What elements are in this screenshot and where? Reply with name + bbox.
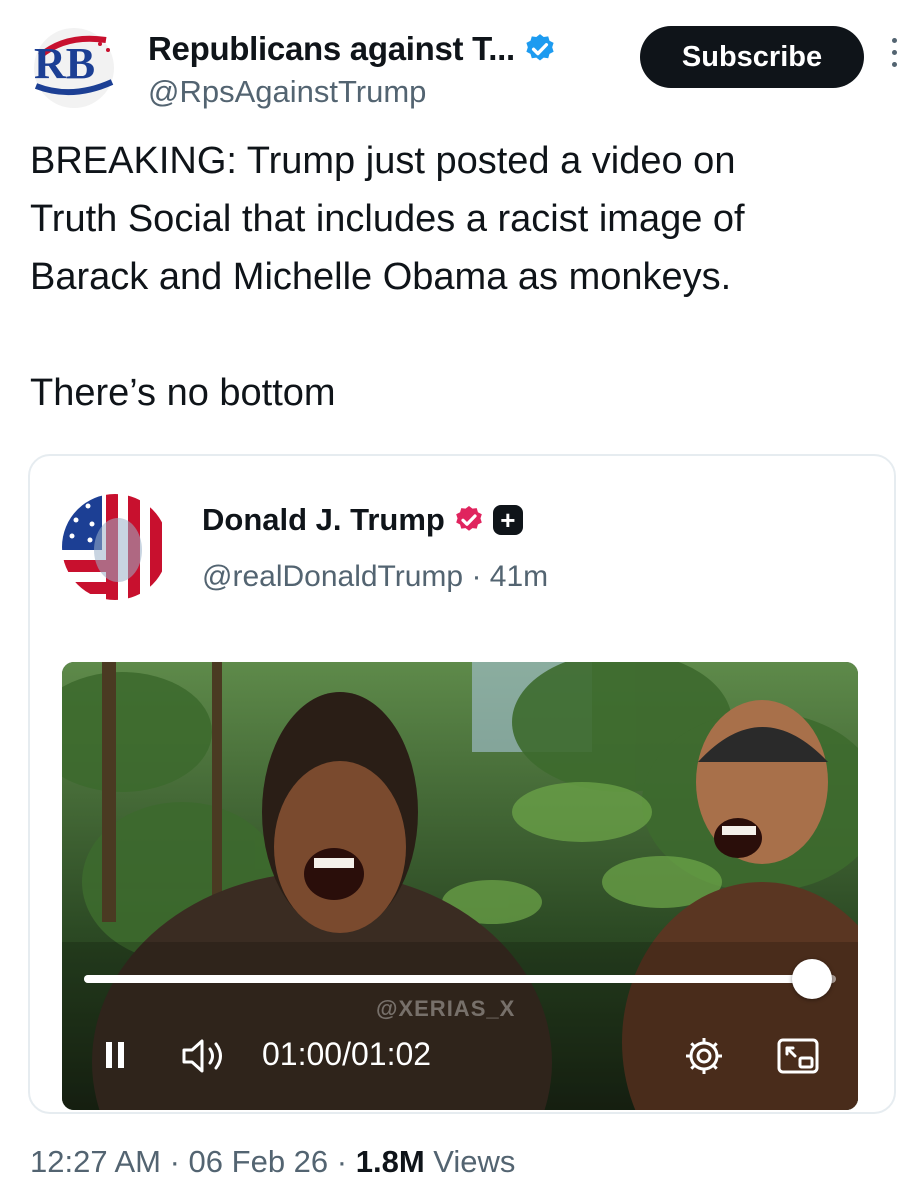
tweet-line: Barack and Michelle Obama as monkeys. bbox=[30, 256, 732, 298]
author-handle[interactable]: @RpsAgainstTrump bbox=[148, 74, 426, 110]
tweet-text: BREAKING: Trump just posted a video on T… bbox=[30, 132, 890, 422]
post-date[interactable]: 06 Feb 26 bbox=[189, 1144, 329, 1179]
quoted-author-avatar[interactable] bbox=[62, 494, 168, 600]
author-name-row: Republicans against T... bbox=[148, 30, 557, 68]
avatar-monogram: RB bbox=[34, 39, 95, 88]
meta-separator: · bbox=[463, 560, 490, 593]
views-count: 1.8M bbox=[355, 1144, 425, 1179]
tweet-header: RB Republicans against T... @RpsAgainstT… bbox=[0, 10, 901, 110]
settings-gear-icon[interactable] bbox=[682, 1034, 726, 1078]
tweet-line: BREAKING: Trump just posted a video on bbox=[30, 140, 736, 182]
tweet-second-paragraph: There’s no bottom bbox=[30, 372, 336, 414]
video-controls: 01:00/01:02 bbox=[62, 1028, 858, 1088]
quoted-meta: @realDonaldTrump · 41m bbox=[202, 560, 548, 594]
pause-icon[interactable] bbox=[106, 1042, 126, 1070]
account-avatar[interactable]: RB bbox=[26, 26, 122, 110]
video-player[interactable]: @XERIAS_X 01:00/01:02 bbox=[62, 662, 858, 1110]
quoted-post-card[interactable]: Donald J. Trump + @realDonaldTrump · 41m bbox=[28, 454, 896, 1114]
footer-separator: · bbox=[160, 1144, 189, 1179]
tweet-footer: 12:27 AM · 06 Feb 26 · 1.8M Views bbox=[30, 1144, 515, 1180]
verified-badge-icon bbox=[526, 34, 554, 61]
video-progress-bar[interactable] bbox=[84, 959, 836, 999]
quoted-author-name[interactable]: Donald J. Trump bbox=[202, 502, 445, 538]
video-progress-fill bbox=[84, 975, 812, 983]
quoted-name-row: Donald J. Trump + bbox=[202, 502, 523, 538]
plus-icon: + bbox=[492, 505, 523, 535]
more-options-icon[interactable] bbox=[890, 38, 901, 78]
tweet-line: Truth Social that includes a racist imag… bbox=[30, 198, 745, 240]
author-name[interactable]: Republicans against T... bbox=[148, 30, 515, 68]
post-time[interactable]: 12:27 AM bbox=[30, 1144, 161, 1179]
video-time-display: 01:00/01:02 bbox=[262, 1036, 432, 1072]
footer-separator: · bbox=[328, 1144, 356, 1179]
video-scrub-handle[interactable] bbox=[791, 959, 832, 999]
views-label: Views bbox=[433, 1144, 516, 1179]
subscribe-button[interactable]: Subscribe bbox=[640, 26, 864, 88]
picture-in-picture-icon[interactable] bbox=[776, 1036, 820, 1076]
verified-badge-icon bbox=[456, 506, 482, 531]
quoted-time[interactable]: 41m bbox=[490, 560, 548, 593]
video-watermark: @XERIAS_X bbox=[376, 996, 516, 1021]
volume-icon[interactable] bbox=[180, 1036, 232, 1076]
quoted-handle[interactable]: @realDonaldTrump bbox=[202, 560, 463, 593]
